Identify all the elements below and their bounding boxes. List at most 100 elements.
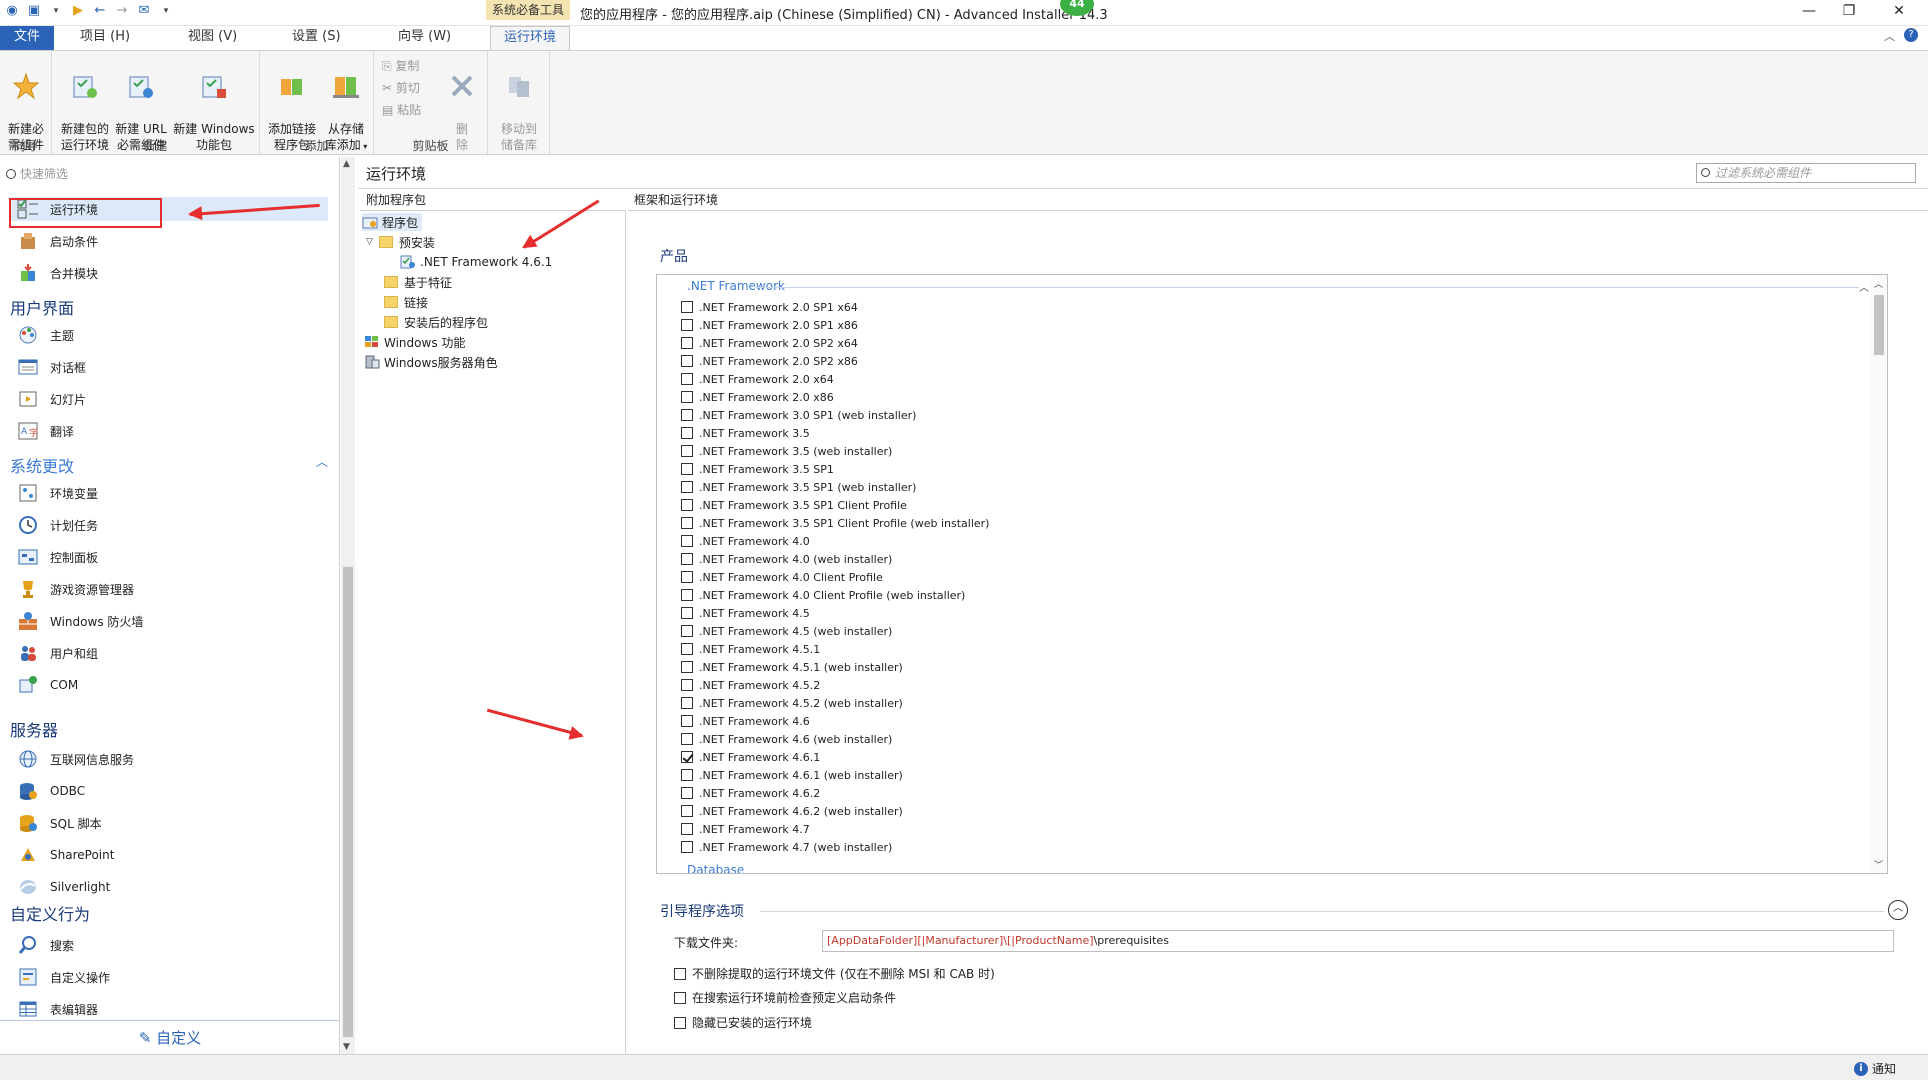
scroll-up-icon[interactable]: ︿: [1874, 277, 1883, 290]
tree-node-packages[interactable]: 程序包: [362, 213, 422, 231]
product-row[interactable]: .NET Framework 4.0: [681, 533, 810, 549]
product-list-scrollbar-thumb[interactable]: [1874, 295, 1884, 355]
product-row[interactable]: .NET Framework 2.0 SP1 x64: [681, 299, 858, 315]
product-row[interactable]: .NET Framework 3.5: [681, 425, 810, 441]
nav-item-launch-conditions[interactable]: 启动条件: [16, 229, 98, 253]
product-row[interactable]: .NET Framework 3.5 SP1: [681, 461, 834, 477]
checkbox[interactable]: [674, 967, 686, 980]
tree-node-links[interactable]: 链接: [384, 293, 428, 311]
product-row[interactable]: .NET Framework 4.7: [681, 821, 810, 837]
product-row[interactable]: .NET Framework 2.0 SP1 x86: [681, 317, 858, 333]
product-row[interactable]: .NET Framework 4.5.1: [681, 641, 820, 657]
nav-item-scheduled-tasks[interactable]: 计划任务: [16, 513, 98, 537]
product-row[interactable]: .NET Framework 4.5.1 (web installer): [681, 659, 903, 675]
quick-filter-input[interactable]: 快速筛选: [6, 165, 68, 182]
product-row[interactable]: .NET Framework 4.0 Client Profile (web i…: [681, 587, 965, 603]
product-row[interactable]: .NET Framework 4.6: [681, 713, 810, 729]
nav-item-silverlight[interactable]: Silverlight: [16, 875, 110, 899]
nav-item-env-vars[interactable]: 环境变量: [16, 481, 98, 505]
nav-item-search[interactable]: 搜索: [16, 933, 74, 957]
product-row[interactable]: .NET Framework 4.5: [681, 605, 810, 621]
product-checkbox[interactable]: [681, 697, 693, 709]
nav-item-users-groups[interactable]: 用户和组: [16, 641, 98, 665]
product-checkbox[interactable]: [681, 769, 693, 781]
nav-item-com[interactable]: COM: [16, 673, 78, 697]
product-checkbox[interactable]: [681, 733, 693, 745]
product-row[interactable]: .NET Framework 2.0 SP2 x64: [681, 335, 858, 351]
nav-item-slides[interactable]: 幻灯片: [16, 387, 86, 411]
product-checkbox[interactable]: [681, 337, 693, 349]
product-row[interactable]: .NET Framework 4.5.2 (web installer): [681, 695, 903, 711]
scroll-down-icon[interactable]: ▼: [343, 1042, 350, 1052]
product-row[interactable]: .NET Framework 3.5 SP1 Client Profile (w…: [681, 515, 989, 531]
nav-item-theme[interactable]: 主题: [16, 323, 74, 347]
option-hide-installed[interactable]: 隐藏已安装的运行环境: [674, 1014, 812, 1031]
download-folder-input[interactable]: [AppDataFolder][|Manufacturer]\[|Product…: [822, 930, 1894, 952]
product-checkbox[interactable]: [681, 499, 693, 511]
product-checkbox[interactable]: [681, 301, 693, 313]
left-scrollbar[interactable]: ▲ ▼: [341, 157, 355, 1054]
nav-item-game-explorer[interactable]: 游戏资源管理器: [16, 577, 134, 601]
product-checkbox[interactable]: [681, 373, 693, 385]
paste-button[interactable]: ▤ 粘贴: [382, 101, 421, 118]
product-list-scrollbar[interactable]: ︿ ﹀: [1871, 275, 1887, 873]
product-row[interactable]: .NET Framework 4.5 (web installer): [681, 623, 892, 639]
product-checkbox[interactable]: [681, 787, 693, 799]
tab-runtime[interactable]: 运行环境: [490, 26, 570, 50]
product-row[interactable]: .NET Framework 3.5 SP1 Client Profile: [681, 497, 907, 513]
product-row[interactable]: .NET Framework 3.0 SP1 (web installer): [681, 407, 916, 423]
nav-item-custom-actions[interactable]: 自定义操作: [16, 965, 110, 989]
tree-node-postinstall[interactable]: 安装后的程序包: [384, 313, 488, 331]
product-checkbox[interactable]: [681, 823, 693, 835]
collapse-category-icon[interactable]: ︿: [1859, 279, 1869, 294]
nav-item-translation[interactable]: A字 翻译: [16, 419, 74, 443]
notifications-button[interactable]: i 通知: [1854, 1060, 1896, 1077]
tab-project[interactable]: 项目 (H): [80, 26, 130, 50]
checkbox[interactable]: [674, 1016, 686, 1029]
close-button[interactable]: ✕: [1876, 0, 1922, 22]
checkbox[interactable]: [674, 991, 686, 1004]
scroll-down-icon[interactable]: ﹀: [1874, 858, 1883, 871]
product-row[interactable]: .NET Framework 4.7 (web installer): [681, 839, 892, 855]
tree-node-net461[interactable]: .NET Framework 4.6.1: [400, 253, 552, 271]
nav-item-merge-modules[interactable]: 合并模块: [16, 261, 98, 285]
back-icon[interactable]: ←: [92, 3, 108, 19]
tab-wizard[interactable]: 向导 (W): [398, 26, 451, 50]
tree-node-feature-based[interactable]: 基于特征: [384, 273, 452, 291]
tree-node-windows-features[interactable]: Windows 功能: [364, 333, 465, 351]
product-checkbox[interactable]: [681, 391, 693, 403]
collapse-ribbon-icon[interactable]: ︿: [1884, 28, 1895, 44]
tree-node-server-roles[interactable]: Windows服务器角色: [364, 353, 498, 371]
help-icon[interactable]: ?: [1904, 28, 1918, 42]
nav-item-control-panel[interactable]: 控制面板: [16, 545, 98, 569]
expand-icon[interactable]: ▽: [366, 237, 373, 247]
tree-node-preinstall[interactable]: ▽ 预安装: [366, 233, 435, 251]
product-row[interactable]: .NET Framework 4.6.1: [681, 749, 820, 765]
nav-item-table-editor[interactable]: 表编辑器: [16, 997, 98, 1021]
product-checkbox[interactable]: [681, 661, 693, 673]
product-row[interactable]: .NET Framework 3.5 (web installer): [681, 443, 892, 459]
product-checkbox[interactable]: [681, 715, 693, 727]
product-checkbox[interactable]: [681, 589, 693, 601]
product-checkbox[interactable]: [681, 445, 693, 457]
product-row[interactable]: .NET Framework 4.6.2 (web installer): [681, 803, 903, 819]
product-checkbox[interactable]: [681, 409, 693, 421]
product-row[interactable]: .NET Framework 4.6.1 (web installer): [681, 767, 903, 783]
customize-button[interactable]: ✎ 自定义: [0, 1020, 340, 1054]
tab-file[interactable]: 文件: [0, 26, 54, 50]
product-row[interactable]: .NET Framework 4.6 (web installer): [681, 731, 892, 747]
product-checkbox[interactable]: [681, 553, 693, 565]
option-keep-extracted[interactable]: 不删除提取的运行环境文件 (仅在不删除 MSI 和 CAB 时): [674, 965, 995, 982]
restore-button[interactable]: ❐: [1826, 0, 1872, 22]
nav-item-iis[interactable]: 互联网信息服务: [16, 747, 134, 771]
save-icon[interactable]: ▣: [26, 3, 42, 19]
product-checkbox[interactable]: [681, 481, 693, 493]
nav-item-odbc[interactable]: ODBC: [16, 779, 85, 803]
product-checkbox[interactable]: [681, 805, 693, 817]
product-checkbox[interactable]: [681, 571, 693, 583]
product-row[interactable]: .NET Framework 4.0 Client Profile: [681, 569, 883, 585]
product-checkbox[interactable]: [681, 535, 693, 547]
nav-item-sql-scripts[interactable]: SQL 脚本: [16, 811, 102, 835]
option-check-launch-conditions[interactable]: 在搜索运行环境前检查预定义启动条件: [674, 989, 896, 1006]
product-row[interactable]: .NET Framework 4.0 (web installer): [681, 551, 892, 567]
